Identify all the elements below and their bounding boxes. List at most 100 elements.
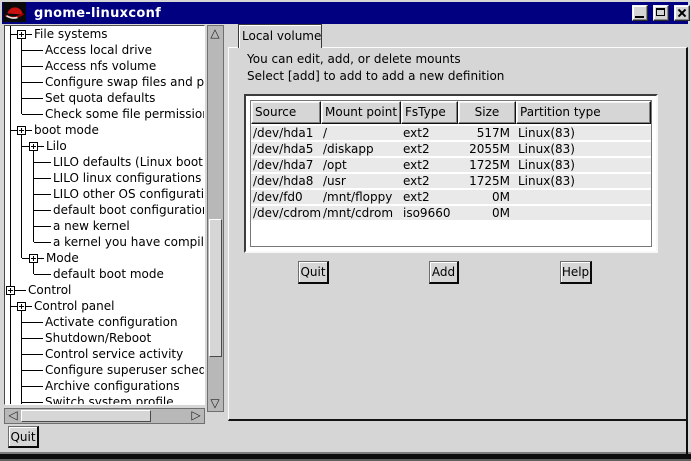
column-header[interactable]: Size	[458, 101, 516, 124]
mounts-table-header: SourceMount pointFsTypeSizePartition typ…	[251, 101, 651, 124]
table-cell	[516, 190, 651, 204]
tree-item[interactable]: Access local drive	[45, 43, 152, 57]
table-cell: Linux(83)	[516, 142, 651, 156]
tree-expander-icon[interactable]	[17, 30, 26, 39]
tree-vertical-scrollbar[interactable]: △ ▽	[207, 25, 224, 412]
tree-connector-line	[21, 135, 22, 258]
tree-expander-icon[interactable]	[6, 286, 15, 295]
tree-item[interactable]: default boot mode	[53, 267, 164, 281]
tree-connector-line	[22, 66, 43, 67]
tree-item[interactable]: Configure swap files and partitions	[45, 75, 205, 89]
tree-connector-line	[33, 263, 34, 274]
tree-connector-line	[34, 226, 51, 227]
table-cell: /dev/cdrom	[251, 206, 321, 220]
table-cell: ext2	[401, 126, 458, 140]
tree-horizontal-scrollbar[interactable]: ◁ ▷	[4, 408, 205, 424]
tree-item[interactable]: Control	[28, 283, 71, 297]
tree-item[interactable]: Check some file permissions	[45, 107, 205, 121]
tree-item[interactable]: Archive configurations	[45, 379, 180, 393]
table-cell: ext2	[401, 158, 458, 172]
title-bar[interactable]: gnome-linuxconf	[2, 2, 688, 24]
column-header[interactable]: FsType	[401, 101, 458, 124]
tree-connector-line	[22, 322, 43, 323]
horizontal-scrollbar-thumb[interactable]	[21, 410, 151, 422]
tab-local-volume[interactable]: Local volume	[238, 24, 322, 48]
footer-quit-button[interactable]: Quit	[8, 426, 39, 448]
scroll-up-icon[interactable]: △	[208, 27, 222, 40]
mounts-table-rows: /dev/hda1/ext2517MLinux(83)/dev/hda5/dis…	[251, 126, 651, 222]
tree-connector-line	[22, 82, 43, 83]
tree-connector-line	[22, 402, 43, 403]
close-button[interactable]	[674, 5, 690, 21]
column-header[interactable]: Source	[251, 101, 321, 124]
tree-connector-line	[22, 370, 43, 371]
table-row[interactable]: /dev/hda1/ext2517MLinux(83)	[251, 126, 651, 142]
tree-item[interactable]: default boot configuration	[53, 203, 205, 217]
table-row[interactable]: /dev/hda5/diskappext22055MLinux(83)	[251, 142, 651, 158]
tree-item[interactable]: Control service activity	[45, 347, 183, 361]
scroll-right-icon[interactable]: ▷	[189, 409, 203, 422]
table-cell: /mnt/floppy	[321, 190, 401, 204]
vertical-scrollbar-thumb[interactable]	[209, 219, 222, 357]
table-cell: /opt	[321, 158, 401, 172]
table-row[interactable]: /dev/cdrom/mnt/cdromiso96600M	[251, 206, 651, 222]
table-cell: /mnt/cdrom	[321, 206, 401, 220]
tree-item[interactable]: Lilo	[46, 139, 67, 153]
tree-connector-line	[34, 210, 51, 211]
tree-expander-icon[interactable]	[29, 254, 38, 263]
column-header[interactable]: Mount point	[321, 101, 401, 124]
help-button[interactable]: Help	[560, 261, 592, 284]
tree-connector-line	[26, 306, 32, 307]
maximize-button[interactable]	[653, 5, 669, 21]
scroll-down-icon[interactable]: ▽	[208, 397, 222, 410]
tree-connector-line	[34, 194, 51, 195]
table-row[interactable]: /dev/hda8/usrext21725MLinux(83)	[251, 174, 651, 190]
mounts-table-frame: SourceMount pointFsTypeSizePartition typ…	[244, 94, 658, 253]
table-row[interactable]: /dev/hda7/optext21725MLinux(83)	[251, 158, 651, 174]
add-button[interactable]: Add	[429, 261, 459, 284]
tree-view[interactable]: File systems Access local drive Access nfs…	[4, 25, 205, 405]
redhat-logo-icon	[3, 2, 26, 22]
mounts-table[interactable]: SourceMount pointFsTypeSizePartition typ…	[250, 100, 652, 247]
tree-item[interactable]: boot mode	[34, 123, 99, 137]
tree-item[interactable]: LILO linux configurations	[53, 171, 201, 185]
tree-item[interactable]: Switch system profile	[45, 395, 174, 405]
table-cell: /diskapp	[321, 142, 401, 156]
minimize-button[interactable]	[632, 5, 648, 21]
tree-item[interactable]: a new kernel	[53, 219, 130, 233]
tree-item[interactable]: Shutdown/Reboot	[45, 331, 151, 345]
tree-connector-line	[10, 26, 11, 286]
tree-item[interactable]: a kernel you have compiled	[53, 235, 205, 249]
table-cell: /	[321, 126, 401, 140]
tree-expander-icon[interactable]	[29, 142, 38, 151]
table-cell: /dev/hda7	[251, 158, 321, 172]
scroll-left-icon[interactable]: ◁	[6, 409, 20, 422]
tree-item[interactable]: Configure superuser scheduled tasks	[45, 363, 205, 377]
tree-connector-line	[38, 146, 44, 147]
tree-expander-icon[interactable]	[17, 302, 26, 311]
tree-item[interactable]: File systems	[34, 27, 108, 41]
tree-item[interactable]: Access nfs volume	[45, 59, 156, 73]
tree-connector-line	[21, 311, 22, 404]
tree-connector-line	[22, 98, 43, 99]
table-cell: /dev/hda1	[251, 126, 321, 140]
tree-item[interactable]: LILO other OS configurations	[53, 187, 205, 201]
tree-connector-line	[22, 114, 43, 115]
tree-item[interactable]: LILO defaults (Linux boot loader)	[53, 155, 205, 169]
tree-expander-icon[interactable]	[17, 126, 26, 135]
tree-item[interactable]: Control panel	[34, 299, 114, 313]
tree-connector-line	[34, 178, 51, 179]
column-header[interactable]: Partition type	[516, 101, 651, 124]
table-cell: iso9660	[401, 206, 458, 220]
quit-button[interactable]: Quit	[298, 261, 329, 284]
table-cell: ext2	[401, 142, 458, 156]
tree-item[interactable]: Mode	[46, 251, 79, 265]
table-row[interactable]: /dev/fd0/mnt/floppyext20M	[251, 190, 651, 206]
table-cell: 517M	[458, 126, 516, 140]
tree-connector-line	[26, 34, 32, 35]
tree-item[interactable]: Set quota defaults	[45, 91, 155, 105]
app-icon[interactable]	[3, 2, 26, 22]
tree-item[interactable]: Activate configuration	[45, 315, 178, 329]
tree-connector-line	[15, 290, 26, 291]
tree-connector-line	[22, 146, 29, 147]
